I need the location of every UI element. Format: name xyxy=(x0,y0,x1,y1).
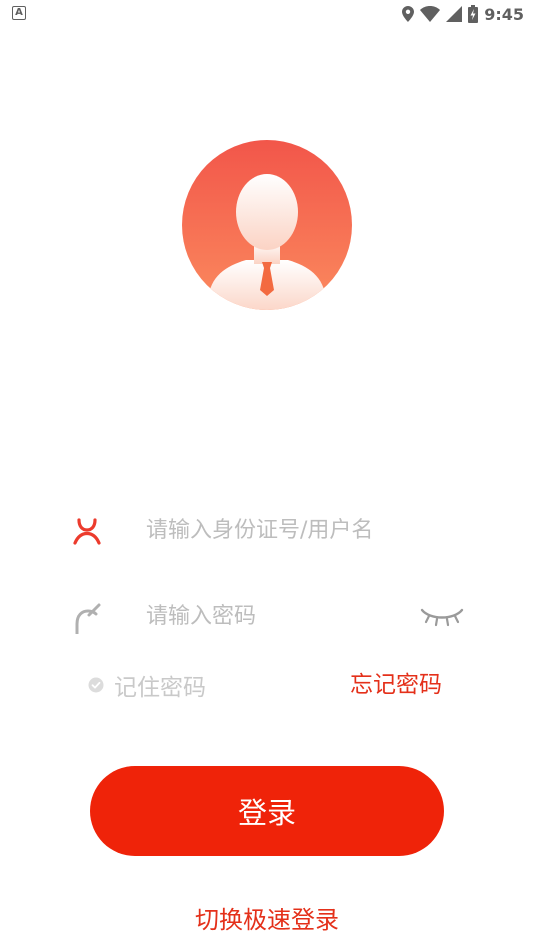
username-input[interactable] xyxy=(146,508,446,552)
password-row xyxy=(70,594,470,638)
remember-password-label: 记住密码 xyxy=(114,675,206,701)
check-circle-icon xyxy=(88,677,104,693)
eye-closed-icon[interactable] xyxy=(420,604,464,630)
user-icon xyxy=(73,518,101,545)
username-row xyxy=(70,508,470,552)
status-icons: 9:45 xyxy=(402,4,524,24)
status-time: 9:45 xyxy=(484,4,524,24)
login-screen: A 9:45 请输入身份证号/用户名 记住密码 忘记密码 登录 切换极速登录 xyxy=(0,0,534,950)
battery-charging-icon xyxy=(468,5,479,23)
password-input[interactable] xyxy=(146,594,446,638)
signal-icon xyxy=(446,6,463,22)
login-options-row: 记住密码 忘记密码 xyxy=(88,665,448,705)
switch-quick-login-link[interactable]: 切换极速登录 xyxy=(0,898,534,942)
location-icon xyxy=(402,6,415,22)
lock-icon xyxy=(75,603,101,634)
status-bar: A 9:45 xyxy=(0,0,534,28)
wifi-icon xyxy=(420,6,441,22)
forgot-password-link[interactable]: 忘记密码 xyxy=(350,665,442,705)
notification-badge-icon: A xyxy=(12,6,26,20)
remember-password-checkbox[interactable]: 记住密码 xyxy=(88,665,206,705)
user-avatar-icon xyxy=(182,140,352,310)
login-button[interactable]: 登录 xyxy=(90,766,444,856)
